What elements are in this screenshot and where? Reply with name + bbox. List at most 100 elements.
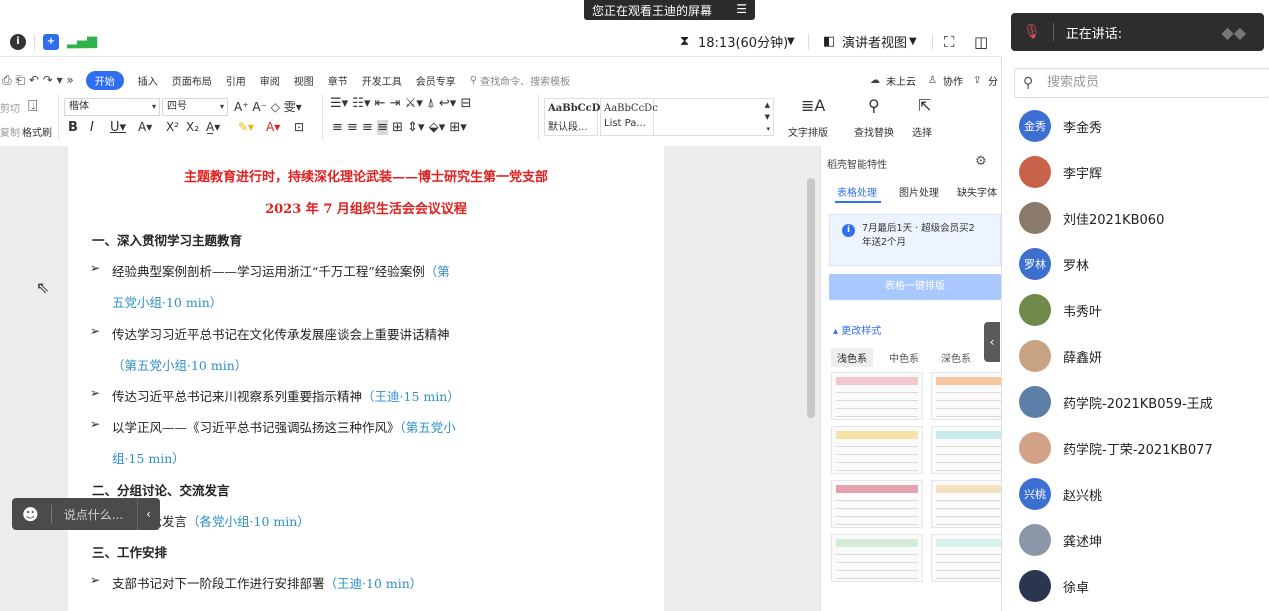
- member-item[interactable]: 兴桃 赵兴桃: [1019, 476, 1269, 512]
- tab-page-layout[interactable]: 页面布局: [172, 73, 212, 88]
- layout-icon[interactable]: ◫: [974, 33, 988, 51]
- font-name-select[interactable]: 楷体 ▾: [64, 98, 160, 116]
- table-style-card[interactable]: [831, 426, 923, 474]
- font-size-value: 四号: [167, 101, 187, 112]
- share-button[interactable]: 分: [988, 73, 998, 88]
- tab-vip[interactable]: 会员专享: [416, 73, 456, 88]
- dark-colors-tab[interactable]: 深色系: [941, 350, 971, 365]
- member-item[interactable]: 罗林 罗林: [1019, 246, 1269, 282]
- vip-promo[interactable]: i 7月最后1天 · 超级会员买2 年送2个月: [829, 214, 1001, 266]
- table-style-card[interactable]: [831, 480, 923, 528]
- subscript-icon[interactable]: X₂: [186, 120, 199, 134]
- agenda-text: 传达学习习近平总书记在文化传承发展座谈会上重要讲话精神: [112, 326, 450, 342]
- cut-button[interactable]: 剪切: [0, 100, 20, 115]
- presenter-view-icon: ◧: [823, 34, 836, 49]
- format-painter-label[interactable]: 格式刷: [22, 124, 52, 139]
- table-style-card[interactable]: [831, 372, 923, 420]
- command-search[interactable]: 查找命令、搜索模板: [480, 73, 570, 88]
- alignment-icons[interactable]: ≡ ≡ ≡ ≡ ⊞ ⇕▾ ⬙▾ ⊞▾: [332, 120, 467, 135]
- collapse-chat-icon[interactable]: ‹: [146, 507, 151, 521]
- char-shading-icon[interactable]: A̲▾: [206, 120, 220, 134]
- member-item[interactable]: 金秀 李金秀: [1019, 108, 1269, 144]
- tab-table-processing[interactable]: 表格处理: [837, 184, 877, 199]
- member-item[interactable]: 韦秀叶: [1019, 292, 1269, 328]
- cursor-icon[interactable]: ⇱: [918, 96, 931, 115]
- chevron-down-icon[interactable]: ▼: [787, 36, 795, 47]
- chevron-down-icon[interactable]: ▼: [909, 36, 917, 47]
- style-name: 默认段...: [548, 122, 588, 133]
- agenda-heading: 二、分组讨论、交流发言: [92, 480, 230, 499]
- style-gallery-scroll[interactable]: ▲ ▼ ▾: [654, 98, 774, 136]
- change-style-toggle[interactable]: ▴ 更改样式: [833, 322, 881, 337]
- superscript-icon[interactable]: X²: [166, 120, 179, 134]
- member-item[interactable]: 药学院-丁荣-2021KB077: [1019, 430, 1269, 466]
- vip-text-1: 7月最后1天 · 超级会员买2: [862, 223, 975, 234]
- member-item[interactable]: 药学院-2021KB059-王成: [1019, 384, 1269, 420]
- one-click-format-button[interactable]: 表格一键排版: [829, 274, 1001, 300]
- light-colors-tab[interactable]: 浅色系: [831, 348, 873, 367]
- font-size-adjust-icons[interactable]: A⁺ A⁻ ◇ 雯▾: [234, 98, 302, 115]
- search-icon: ⚲: [1023, 75, 1034, 91]
- agenda-text: 二、分组讨论、交流发言: [92, 482, 230, 498]
- find-replace-label[interactable]: 查找替换: [854, 124, 894, 139]
- font-color-icon[interactable]: A▾: [266, 120, 280, 134]
- tab-chapter[interactable]: 章节: [328, 73, 348, 88]
- text-layout-label[interactable]: 文字排版: [788, 124, 828, 139]
- cloud-status[interactable]: 未上云: [886, 73, 916, 88]
- underline-icon[interactable]: U▾: [110, 120, 126, 135]
- font-size-select[interactable]: 四号 ▾: [162, 98, 228, 116]
- member-item[interactable]: 刘佳2021KB060: [1019, 200, 1269, 236]
- table-style-card[interactable]: [831, 534, 923, 582]
- medium-colors-tab[interactable]: 中色系: [889, 350, 919, 365]
- bold-icon[interactable]: B: [68, 120, 78, 135]
- list-menu-icon[interactable]: ☰: [736, 2, 747, 16]
- quick-access-icons[interactable]: ⎙ ⎗ ↶ ↷ ▾ »: [2, 73, 74, 88]
- tab-image-processing[interactable]: 图片处理: [899, 184, 939, 199]
- style-list-paragraph[interactable]: AaBbCcDc List Pa...: [600, 98, 658, 136]
- scrollbar-thumb[interactable]: [807, 178, 815, 418]
- agenda-note: 组·15 min）: [112, 451, 185, 467]
- list-icons[interactable]: ☰▾ ☷▾ ⇤ ⇥ ⚔▾ ⍋ ↩▾ ⊟: [330, 96, 471, 111]
- info-icon: i: [842, 224, 855, 237]
- tab-review[interactable]: 审阅: [260, 73, 280, 88]
- member-item[interactable]: 龚述坤: [1019, 522, 1269, 558]
- tab-view[interactable]: 视图: [294, 73, 314, 88]
- view-mode-selector[interactable]: 演讲者视图: [842, 32, 907, 51]
- copy-button[interactable]: 复制: [0, 124, 20, 139]
- fullscreen-icon[interactable]: ⛶: [944, 33, 955, 51]
- settings-icon[interactable]: ⚙: [975, 154, 987, 169]
- member-item[interactable]: 徐卓: [1019, 568, 1269, 604]
- doc-title-line2: 2023 年 7 月组织生活会会议议程: [265, 202, 467, 217]
- document-page[interactable]: 主题教育进行时，持续深化理论武装——博士研究生第一党支部 2023 年 7 月组…: [68, 146, 664, 611]
- tab-missing-fonts[interactable]: 缺失字体: [957, 184, 997, 199]
- member-item[interactable]: 李宇辉: [1019, 154, 1269, 190]
- find-icon[interactable]: ⚲: [868, 96, 880, 115]
- tab-references[interactable]: 引用: [226, 73, 246, 88]
- member-search-input[interactable]: ⚲ 搜索成员: [1014, 68, 1269, 98]
- select-label[interactable]: 选择: [912, 124, 932, 139]
- meeting-toolbar: i + ▂▄▆ ⧗ 18:13(60分钟) ▼ ◧ 演讲者视图 ▼ ⛶ ◫: [0, 27, 1010, 57]
- chat-placeholder[interactable]: 说点什么...: [64, 506, 123, 523]
- chat-input-bar[interactable]: ☻ 说点什么... ‹: [12, 498, 160, 530]
- shield-icon[interactable]: +: [43, 33, 59, 50]
- panel-title[interactable]: 稻壳智能特性: [827, 156, 887, 171]
- style-default[interactable]: AaBbCcDd 默认段...: [544, 98, 607, 136]
- member-item[interactable]: 薛鑫妍: [1019, 338, 1269, 374]
- collapse-panel-button[interactable]: ‹: [984, 322, 1000, 362]
- italic-icon[interactable]: I: [90, 120, 94, 135]
- char-border-icon[interactable]: ⊡: [294, 120, 304, 134]
- avatar: [1019, 340, 1051, 372]
- info-icon[interactable]: i: [10, 33, 26, 50]
- highlight-icon[interactable]: ✎▾: [238, 120, 254, 134]
- meeting-timer[interactable]: 18:13(60分钟): [698, 32, 788, 51]
- change-style-label: 更改样式: [841, 326, 882, 337]
- collab-button[interactable]: 协作: [943, 73, 963, 88]
- tab-home[interactable]: 开始: [85, 70, 124, 90]
- emoji-icon[interactable]: ☻: [22, 505, 39, 524]
- tab-insert[interactable]: 插入: [138, 73, 158, 88]
- strikethrough-icon[interactable]: A▾: [138, 120, 152, 134]
- format-painter-icon[interactable]: ⍗: [28, 96, 38, 116]
- text-layout-icon[interactable]: ≣A: [801, 96, 825, 115]
- agenda-item: 组·15 min）: [112, 448, 185, 467]
- tab-developer[interactable]: 开发工具: [362, 73, 402, 88]
